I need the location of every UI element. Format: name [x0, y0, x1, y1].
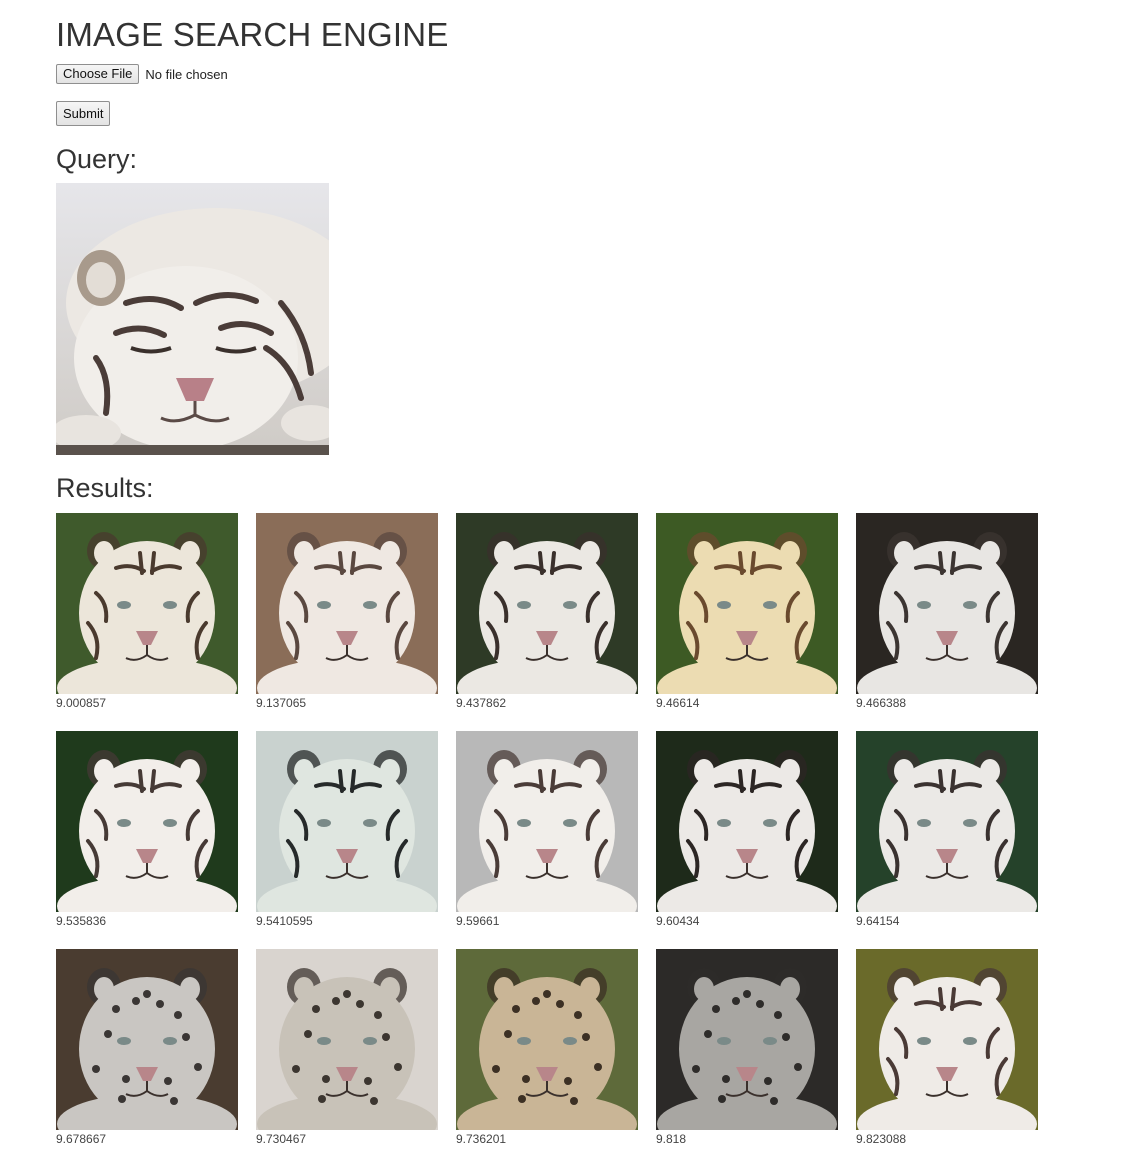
result-image[interactable]	[456, 513, 638, 694]
result-image[interactable]	[456, 731, 638, 912]
query-heading: Query:	[56, 144, 138, 174]
result-score: 9.137065	[256, 696, 307, 710]
page: IMAGE SEARCH ENGINE Choose File No file …	[0, 0, 1148, 1167]
result-image[interactable]	[856, 513, 1038, 694]
result-score: 9.59661	[456, 914, 500, 928]
results-heading: Results:	[56, 473, 154, 503]
result-item: 9.437862	[456, 513, 638, 710]
result-image[interactable]	[56, 513, 238, 694]
result-image[interactable]	[656, 513, 838, 694]
result-item: 9.46614	[656, 513, 838, 710]
result-image[interactable]	[456, 949, 638, 1130]
result-item: 9.000857	[56, 513, 238, 710]
result-score: 9.730467	[256, 1132, 307, 1146]
result-score: 9.5410595	[256, 914, 313, 928]
result-score: 9.000857	[56, 696, 107, 710]
result-score: 9.818	[656, 1132, 687, 1146]
result-image[interactable]	[656, 949, 838, 1130]
result-score: 9.437862	[456, 696, 507, 710]
result-score: 9.678667	[56, 1132, 107, 1146]
result-item: 9.59661	[456, 731, 638, 928]
result-image[interactable]	[856, 731, 1038, 912]
result-item: 9.818	[656, 949, 838, 1146]
result-item: 9.535836	[56, 731, 238, 928]
result-item: 9.678667	[56, 949, 238, 1146]
result-image[interactable]	[56, 949, 238, 1130]
result-score: 9.60434	[656, 914, 700, 928]
result-item: 9.64154	[856, 731, 1038, 928]
result-image[interactable]	[856, 949, 1038, 1130]
result-item: 9.823088	[856, 949, 1038, 1146]
choose-file-button[interactable]: Choose File	[56, 64, 140, 84]
result-item: 9.730467	[256, 949, 438, 1146]
query-image	[56, 183, 329, 455]
result-image[interactable]	[256, 731, 438, 912]
result-score: 9.823088	[856, 1132, 907, 1146]
result-item: 9.137065	[256, 513, 438, 710]
result-image[interactable]	[56, 731, 238, 912]
result-score: 9.46614	[656, 696, 700, 710]
file-status-text: No file chosen	[145, 66, 228, 82]
result-item: 9.5410595	[256, 731, 438, 928]
result-score: 9.736201	[456, 1132, 507, 1146]
result-score: 9.64154	[856, 914, 900, 928]
result-item: 9.736201	[456, 949, 638, 1146]
result-item: 9.60434	[656, 731, 838, 928]
submit-button[interactable]: Submit	[56, 101, 111, 126]
result-image[interactable]	[256, 949, 438, 1130]
result-image[interactable]	[656, 731, 838, 912]
result-score: 9.466388	[856, 696, 907, 710]
result-score: 9.535836	[56, 914, 107, 928]
page-title: IMAGE SEARCH ENGINE	[56, 16, 449, 53]
file-upload-row: Choose File No file chosen	[56, 64, 228, 84]
result-item: 9.466388	[856, 513, 1038, 710]
result-image[interactable]	[256, 513, 438, 694]
